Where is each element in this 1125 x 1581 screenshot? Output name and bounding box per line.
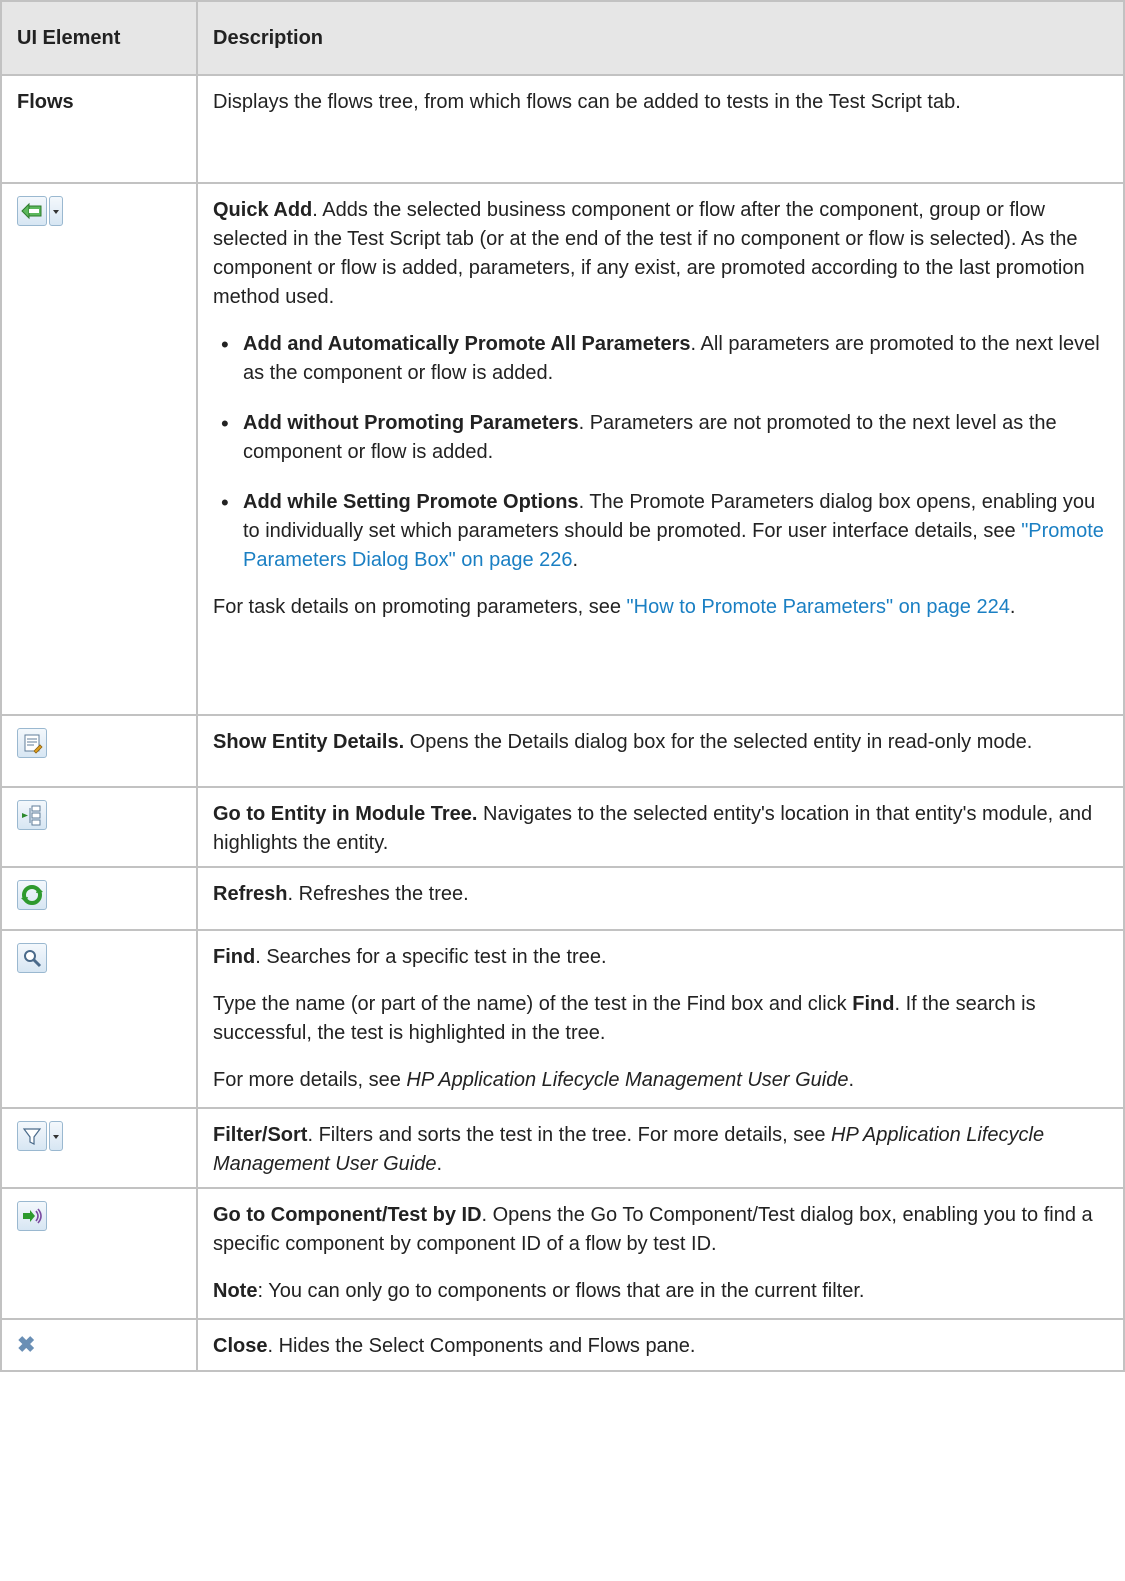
filter-icon	[17, 1121, 47, 1151]
quick-add-description: . Adds the selected business component o…	[213, 199, 1085, 308]
period-text: .	[1009, 596, 1016, 618]
ui-elements-table: UI Element Description Flows Displays th…	[0, 0, 1125, 1372]
table-row: Flows Displays the flows tree, from whic…	[0, 74, 1125, 184]
refresh-title: Refresh	[213, 883, 288, 905]
table-row: Go to Component/Test by ID. Opens the Go…	[0, 1187, 1125, 1320]
filter-description: . Filters and sorts the test in the tree…	[307, 1124, 832, 1146]
ui-element-cell	[0, 1187, 198, 1320]
user-guide-reference: HP Application Lifecycle Management User…	[406, 1069, 849, 1091]
description-cell: Go to Entity in Module Tree. Navigates t…	[196, 786, 1125, 868]
go-to-component-title: Go to Component/Test by ID	[213, 1204, 482, 1226]
header-description: Description	[196, 0, 1125, 76]
description-cell: Filter/Sort. Filters and sorts the test …	[196, 1107, 1125, 1189]
ui-element-cell	[0, 786, 198, 868]
quick-add-options: Add and Automatically Promote All Parame…	[213, 330, 1109, 575]
task-details-text: For task details on promoting parameters…	[213, 596, 627, 618]
period-text: .	[436, 1153, 443, 1175]
description-cell: Show Entity Details. Opens the Details d…	[196, 714, 1125, 788]
show-details-description: Opens the Details dialog box for the sel…	[404, 731, 1033, 753]
table-row: Filter/Sort. Filters and sorts the test …	[0, 1107, 1125, 1189]
filter-sort-button[interactable]	[17, 1121, 63, 1151]
module-tree-icon[interactable]	[17, 800, 47, 830]
filter-title: Filter/Sort	[213, 1124, 308, 1146]
header-ui-element: UI Element	[0, 0, 198, 76]
list-item: Add without Promoting Parameters. Parame…	[221, 409, 1109, 467]
find-more-details: For more details, see	[213, 1069, 407, 1091]
table-row: Go to Entity in Module Tree. Navigates t…	[0, 786, 1125, 868]
option-title: Add and Automatically Promote All Parame…	[243, 333, 691, 355]
flows-description: Displays the flows tree, from which flow…	[213, 91, 961, 113]
period-text: .	[848, 1069, 855, 1091]
table-row: Find. Searches for a specific test in th…	[0, 929, 1125, 1109]
show-details-title: Show Entity Details.	[213, 731, 405, 753]
table-row: ✖ Close. Hides the Select Components and…	[0, 1318, 1125, 1372]
description-cell: Go to Component/Test by ID. Opens the Go…	[196, 1187, 1125, 1320]
period-text: .	[572, 549, 579, 571]
list-item: Add while Setting Promote Options. The P…	[221, 488, 1109, 575]
find-description: . Searches for a specific test in the tr…	[255, 946, 607, 968]
chevron-down-icon[interactable]	[49, 196, 63, 226]
chevron-down-icon[interactable]	[49, 1121, 63, 1151]
details-icon[interactable]	[17, 728, 47, 758]
refresh-icon[interactable]	[17, 880, 47, 910]
table-row: Quick Add. Adds the selected business co…	[0, 182, 1125, 716]
quick-add-button[interactable]	[17, 196, 63, 226]
ui-element-cell	[0, 182, 198, 716]
ui-element-cell	[0, 1107, 198, 1189]
quick-add-title: Quick Add	[213, 199, 313, 221]
note-label: Note	[213, 1280, 258, 1302]
ui-element-cell	[0, 714, 198, 788]
table-row: Show Entity Details. Opens the Details d…	[0, 714, 1125, 788]
close-title: Close	[213, 1335, 268, 1357]
magnifier-icon[interactable]	[17, 943, 47, 973]
arrow-left-icon	[17, 196, 47, 226]
ui-element-cell	[0, 929, 198, 1109]
find-title: Find	[213, 946, 256, 968]
table-header-row: UI Element Description	[0, 0, 1125, 76]
ui-element-cell	[0, 866, 198, 931]
go-to-entity-title: Go to Entity in Module Tree.	[213, 803, 478, 825]
description-cell: Find. Searches for a specific test in th…	[196, 929, 1125, 1109]
find-keyword: Find	[852, 993, 895, 1015]
description-cell: Close. Hides the Select Components and F…	[196, 1318, 1125, 1372]
option-title: Add without Promoting Parameters	[243, 412, 579, 434]
flows-label: Flows	[17, 91, 74, 113]
option-title: Add while Setting Promote Options	[243, 491, 579, 513]
go-to-id-icon[interactable]	[17, 1201, 47, 1231]
find-instructions: Type the name (or part of the name) of t…	[213, 993, 853, 1015]
ui-element-cell: ✖	[0, 1318, 198, 1372]
ui-element-cell: Flows	[0, 74, 198, 184]
description-cell: Refresh. Refreshes the tree.	[196, 866, 1125, 931]
refresh-description: . Refreshes the tree.	[287, 883, 469, 905]
table-row: Refresh. Refreshes the tree.	[0, 866, 1125, 931]
note-text: : You can only go to components or flows…	[257, 1280, 865, 1302]
close-icon[interactable]: ✖	[17, 1334, 35, 1356]
close-description: . Hides the Select Components and Flows …	[267, 1335, 696, 1357]
list-item: Add and Automatically Promote All Parame…	[221, 330, 1109, 388]
description-cell: Quick Add. Adds the selected business co…	[196, 182, 1125, 716]
how-to-promote-link[interactable]: "How to Promote Parameters" on page 224	[627, 596, 1010, 618]
description-cell: Displays the flows tree, from which flow…	[196, 74, 1125, 184]
